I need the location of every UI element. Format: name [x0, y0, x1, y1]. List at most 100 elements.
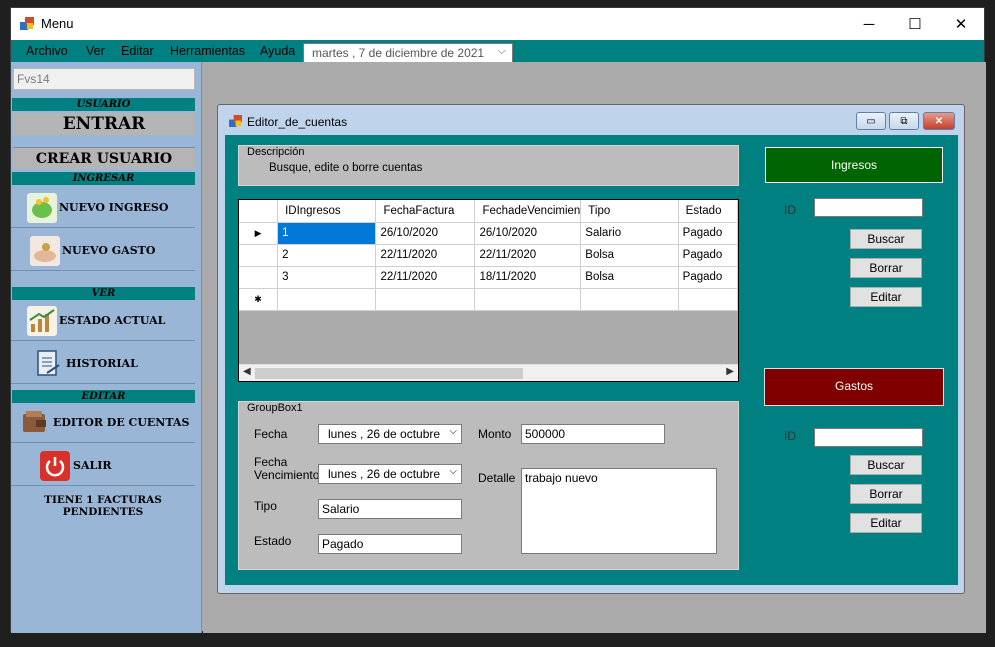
vencimiento-picker[interactable]: lunes , 26 de octubre ⌵ — [318, 464, 462, 484]
gastos-id-input[interactable] — [814, 428, 923, 447]
table-cell[interactable]: 2 — [277, 244, 377, 267]
ingresos-id-label: ID — [784, 203, 796, 217]
minimize-icon: ▭ — [866, 115, 876, 127]
table-cell[interactable] — [375, 288, 476, 311]
column-header[interactable]: FechaFactura — [375, 200, 476, 223]
form-group: GroupBox1 Fecha lunes , 26 de octubre ⌵ … — [238, 401, 739, 570]
new-row[interactable]: ✱ — [239, 288, 738, 311]
menu-ayuda[interactable]: Ayuda — [260, 44, 295, 58]
description-group: Descripción Busque, edite o borre cuenta… — [238, 145, 739, 186]
row-header-corner — [239, 200, 279, 223]
section-ver: VER — [12, 287, 195, 300]
scroll-right-icon[interactable]: ▶ — [726, 366, 734, 377]
tipo-label: Tipo — [254, 499, 277, 513]
child-minimize-button[interactable]: ▭ — [856, 112, 886, 130]
date-picker[interactable]: martes , 7 de diciembre de 2021 ⌵ — [303, 43, 513, 63]
table-cell[interactable]: Pagado — [678, 222, 738, 245]
row-header — [239, 266, 279, 289]
minimize-button[interactable]: ─ — [846, 8, 892, 40]
table-row[interactable]: ▶ 1 26/10/2020 26/10/2020 Salario Pagado — [239, 222, 738, 245]
menu-archivo[interactable]: Archivo — [26, 44, 68, 58]
row-header — [239, 244, 279, 267]
estado-actual-button[interactable]: ESTADO ACTUAL — [11, 301, 195, 341]
title-bar: Menu ─ ☐ ✕ — [11, 8, 984, 40]
table-cell[interactable]: Pagado — [678, 266, 738, 289]
column-header[interactable]: Estado — [678, 200, 738, 223]
gastos-buscar-button[interactable]: Buscar — [850, 455, 922, 475]
gastos-editar-button[interactable]: Editar — [850, 513, 922, 533]
table-cell[interactable]: 26/10/2020 — [375, 222, 476, 245]
table-cell[interactable]: Salario — [580, 222, 679, 245]
editor-cuentas-label: EDITOR DE CUENTAS — [53, 416, 190, 429]
form-group-title: GroupBox1 — [247, 402, 303, 414]
nuevo-ingreso-button[interactable]: NUEVO INGRESO — [11, 188, 195, 228]
tipo-input[interactable]: Salario — [318, 499, 462, 519]
description-text: Busque, edite o borre cuentas — [269, 162, 423, 174]
table-row[interactable]: 3 22/11/2020 18/11/2020 Bolsa Pagado — [239, 266, 738, 289]
table-row[interactable]: 2 22/11/2020 22/11/2020 Bolsa Pagado — [239, 244, 738, 267]
main-window: Menu ─ ☐ ✕ Archivo Ver Editar Herramient… — [10, 7, 986, 633]
nuevo-gasto-button[interactable]: NUEVO GASTO — [11, 231, 195, 271]
table-cell[interactable]: 22/11/2020 — [474, 244, 582, 267]
gastos-header: Gastos — [764, 368, 944, 406]
chevron-down-icon: ⌵ — [497, 45, 506, 57]
child-window-title: Editor_de_cuentas — [247, 115, 348, 129]
document-icon — [37, 350, 60, 376]
section-ingresar: INGRESAR — [12, 172, 195, 185]
table-cell[interactable]: Bolsa — [580, 244, 679, 267]
table-cell[interactable]: 26/10/2020 — [474, 222, 582, 245]
menu-editar[interactable]: Editar — [121, 44, 154, 58]
ingresos-header: Ingresos — [765, 147, 943, 183]
ingresos-buscar-button[interactable]: Buscar — [850, 229, 922, 249]
estado-input[interactable]: Pagado — [318, 534, 462, 554]
accounts-grid[interactable]: IDIngresos FechaFactura FechadeVencimien… — [238, 199, 739, 382]
table-cell[interactable]: Pagado — [678, 244, 738, 267]
detalle-textarea[interactable]: trabajo nuevo — [521, 468, 717, 554]
child-close-button[interactable]: ✕ — [923, 112, 955, 130]
chart-growth-icon — [27, 306, 57, 336]
ingresos-editar-button[interactable]: Editar — [850, 287, 922, 307]
maximize-button[interactable]: ☐ — [892, 8, 938, 40]
user-field[interactable]: Fvs14 — [13, 68, 195, 90]
menu-ver[interactable]: Ver — [86, 44, 105, 58]
scroll-left-icon[interactable]: ◀ — [243, 366, 251, 377]
table-cell[interactable] — [277, 288, 377, 311]
gastos-borrar-button[interactable]: Borrar — [850, 484, 922, 504]
table-cell[interactable]: 22/11/2020 — [375, 244, 476, 267]
close-icon: ✕ — [934, 115, 944, 127]
pending-invoices-text: TIENE 1 FACTURAS PENDIENTES — [44, 494, 162, 518]
estado-label: Estado — [254, 534, 292, 548]
table-cell[interactable] — [580, 288, 679, 311]
fecha-picker[interactable]: lunes , 26 de octubre ⌵ — [318, 424, 462, 444]
monto-input[interactable]: 500000 — [521, 424, 665, 444]
current-row-icon: ▶ — [239, 222, 279, 245]
nuevo-ingreso-label: NUEVO INGRESO — [59, 201, 169, 214]
horizontal-scrollbar[interactable]: ◀ ▶ — [239, 364, 738, 381]
column-header[interactable]: FechadeVencimien — [474, 200, 582, 223]
column-header[interactable]: IDIngresos — [277, 200, 377, 223]
close-button[interactable]: ✕ — [938, 8, 984, 40]
scroll-thumb[interactable] — [255, 368, 523, 379]
historial-button[interactable]: HISTORIAL — [11, 344, 195, 384]
salir-label: SALIR — [73, 459, 112, 472]
chevron-down-icon: ⌵ — [449, 466, 457, 477]
window-title: Menu — [41, 16, 74, 31]
editor-cuentas-window: Editor_de_cuentas ▭ ⧉ ✕ Descripción Busq… — [217, 104, 965, 594]
table-cell[interactable]: 18/11/2020 — [474, 266, 582, 289]
ingresos-borrar-button[interactable]: Borrar — [850, 258, 922, 278]
editor-cuentas-button[interactable]: EDITOR DE CUENTAS — [11, 403, 195, 443]
table-cell[interactable]: 3 — [277, 266, 377, 289]
table-cell[interactable]: Bolsa — [580, 266, 679, 289]
entrar-button[interactable]: ENTRAR — [13, 113, 195, 135]
salir-button[interactable]: SALIR — [11, 446, 195, 486]
table-cell[interactable]: 1 — [277, 222, 377, 245]
table-cell[interactable]: 22/11/2020 — [375, 266, 476, 289]
table-cell[interactable] — [678, 288, 738, 311]
mdi-area: Editor_de_cuentas ▭ ⧉ ✕ Descripción Busq… — [203, 62, 986, 633]
column-header[interactable]: Tipo — [580, 200, 679, 223]
ingresos-id-input[interactable] — [814, 198, 923, 217]
child-restore-button[interactable]: ⧉ — [889, 112, 919, 130]
table-cell[interactable] — [474, 288, 582, 311]
menu-herramientas[interactable]: Herramientas — [170, 44, 245, 58]
crear-usuario-button[interactable]: CREAR USUARIO — [13, 147, 195, 169]
